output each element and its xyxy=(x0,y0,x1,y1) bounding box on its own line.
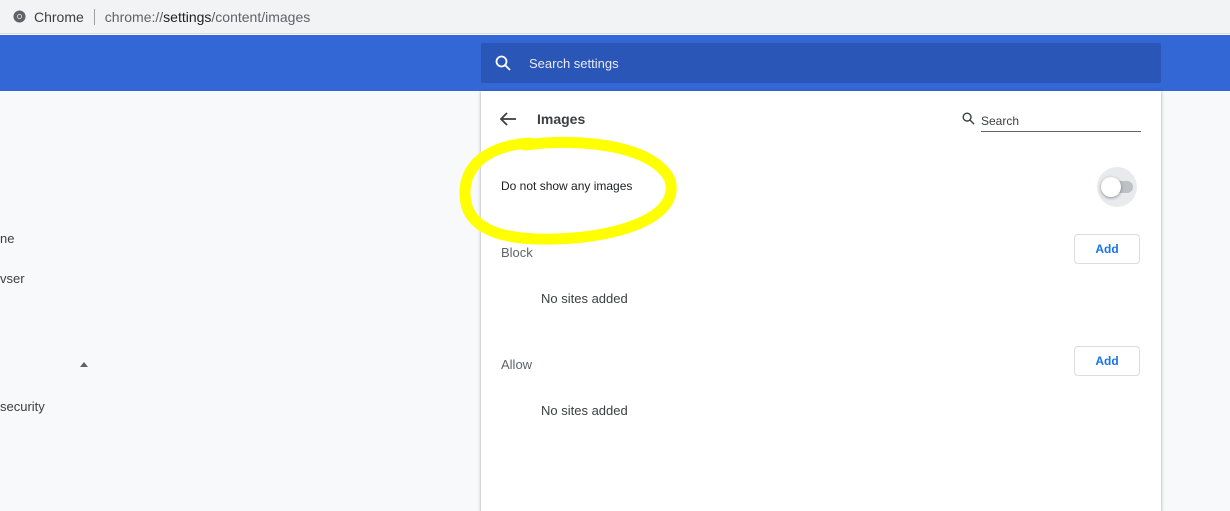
allow-empty-message: No sites added xyxy=(541,403,628,418)
address-bar[interactable]: Chrome chrome://settings/content/images xyxy=(0,0,1230,34)
url-prefix: chrome:// xyxy=(104,8,164,25)
search-icon xyxy=(495,54,513,72)
sidebar-item-vser[interactable]: vser xyxy=(0,271,25,286)
url-path: /content/images xyxy=(211,8,311,25)
allow-add-button[interactable]: Add xyxy=(1074,346,1140,376)
settings-header xyxy=(0,35,1230,91)
block-section-label: Block xyxy=(501,245,533,260)
sidebar-item-security[interactable]: security xyxy=(0,399,45,414)
site-label: Chrome xyxy=(34,8,84,25)
back-arrow-icon[interactable] xyxy=(499,111,519,127)
url-host: settings xyxy=(163,8,212,25)
url-text[interactable]: chrome://settings/content/images xyxy=(105,9,310,25)
page-title: Images xyxy=(537,111,586,127)
block-empty-message: No sites added xyxy=(541,291,628,306)
settings-search-input[interactable] xyxy=(527,54,1091,72)
address-divider xyxy=(93,8,95,25)
toggle-knob xyxy=(1101,177,1121,197)
caret-up-icon[interactable] xyxy=(80,362,88,367)
allow-section-label: Allow xyxy=(501,357,533,372)
site-search-input[interactable] xyxy=(981,111,1141,132)
settings-search-box[interactable] xyxy=(481,43,1161,83)
toggle-label: Do not show any images xyxy=(501,179,633,193)
search-icon xyxy=(962,112,976,126)
block-add-button[interactable]: Add xyxy=(1074,234,1140,264)
images-settings-card: Images Do not show any images Block Add … xyxy=(481,91,1161,511)
chrome-icon xyxy=(12,10,26,24)
sidebar-item-ne[interactable]: ne xyxy=(0,231,14,246)
do-not-show-images-toggle[interactable] xyxy=(1097,167,1137,207)
